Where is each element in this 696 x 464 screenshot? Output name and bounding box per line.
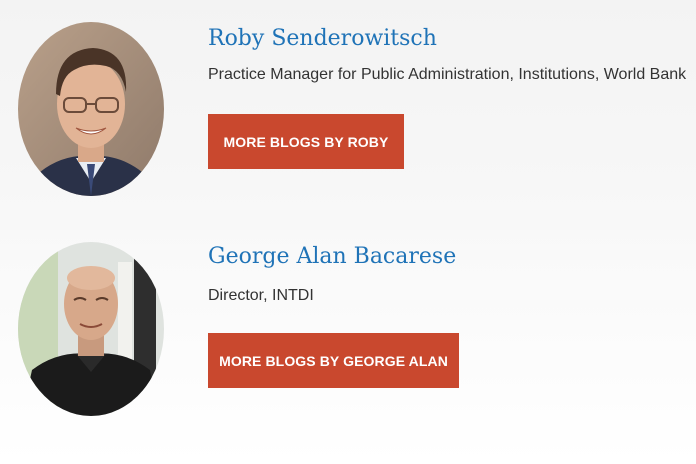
author-role: Practice Manager for Public Administrati… <box>208 66 687 83</box>
author-name-link[interactable]: Roby Senderowitsch <box>208 26 437 51</box>
more-blogs-button[interactable]: MORE BLOGS BY ROBY <box>208 114 404 169</box>
more-blogs-button[interactable]: MORE BLOGS BY GEORGE ALAN <box>208 333 459 388</box>
author-card: Roby Senderowitsch Practice Manager for … <box>0 0 696 232</box>
author-card: George Alan Bacarese Director, INTDI MOR… <box>0 232 696 464</box>
author-photo <box>18 22 164 196</box>
author-avatar[interactable] <box>18 242 164 416</box>
author-photo <box>18 242 164 416</box>
author-role: Director, INTDI <box>208 287 314 304</box>
author-avatar[interactable] <box>18 22 164 196</box>
author-name-link[interactable]: George Alan Bacarese <box>208 244 456 269</box>
